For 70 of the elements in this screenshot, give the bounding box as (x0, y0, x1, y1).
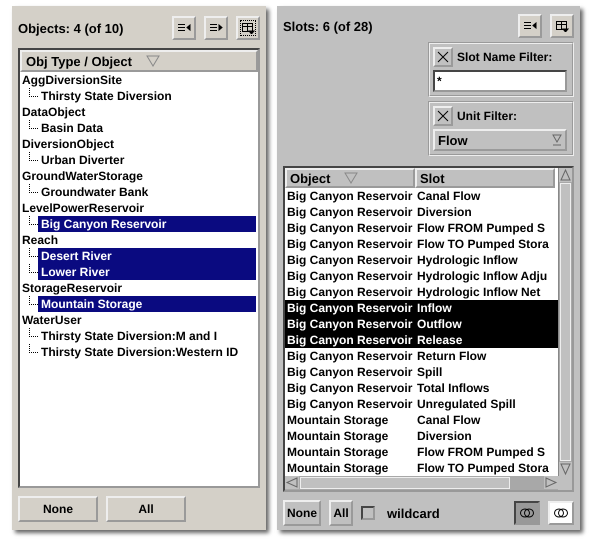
scrollbar-thumb[interactable] (560, 183, 571, 461)
tree-item[interactable]: Thirsty State Diversion:Western ID (38, 344, 256, 360)
scroll-up-icon[interactable] (559, 168, 572, 182)
horizontal-scrollbar[interactable] (285, 476, 558, 490)
select-all-button[interactable]: All (106, 496, 186, 522)
input-field[interactable]: * (433, 70, 567, 92)
tree-item[interactable]: Desert River (38, 248, 256, 264)
tree-connector-icon (29, 296, 38, 305)
overlapping-rings-icon (519, 508, 535, 518)
table-row[interactable]: Big Canyon Reservoir Outflow (285, 316, 558, 332)
tree-group[interactable]: GroundWaterStorage (20, 169, 143, 183)
tree-group[interactable]: StorageReservoir (20, 281, 122, 295)
cross-icon (437, 51, 449, 63)
toolbar-button[interactable] (550, 14, 574, 38)
tree-connector-icon (29, 120, 38, 129)
tree-group[interactable]: DiversionObject (20, 137, 114, 151)
tree-item[interactable]: Thirsty State Diversion:M and I (38, 328, 256, 344)
table-menu-icon (555, 20, 569, 32)
tree-item[interactable]: Thirsty State Diversion (38, 88, 256, 104)
column-header[interactable]: Obj Type / Object (20, 50, 258, 72)
scroll-left-icon[interactable] (285, 476, 299, 489)
filter-label: Slot Name Filter: (457, 50, 552, 64)
tree-group[interactable]: DataObject (20, 105, 86, 119)
filter-label: Unit Filter: (457, 109, 517, 123)
lines-arrow-icon (177, 22, 191, 34)
column-header[interactable]: Slot (415, 168, 555, 188)
tree-item[interactable]: Lower River (38, 264, 256, 280)
sort-triangle-icon (146, 55, 160, 67)
checkbox-label: wildcard (387, 506, 440, 520)
tree-group[interactable]: AggDiversionSite (20, 73, 122, 87)
scroll-right-icon[interactable] (544, 476, 558, 489)
toolbar-button[interactable] (518, 14, 542, 38)
panel-title: Objects: 4 (of 10) (18, 20, 124, 36)
tree-connector-icon (29, 216, 38, 225)
tree-group[interactable]: WaterUser (20, 313, 82, 327)
toolbar-button[interactable] (236, 16, 260, 40)
lines-arrow-icon (523, 20, 537, 32)
table-row[interactable]: Big Canyon Reservoir Inflow (285, 300, 558, 316)
overlapping-rings-icon (553, 508, 569, 518)
tree-item[interactable]: Urban Diverter (38, 152, 256, 168)
cross-icon (437, 110, 449, 122)
tree-item[interactable]: Groundwater Bank (38, 184, 256, 200)
toolbar-button[interactable] (204, 16, 228, 40)
unit-dropdown[interactable]: Flow (433, 129, 567, 151)
tree-group[interactable]: LevelPowerReservoir (20, 201, 144, 215)
tree-connector-icon (29, 88, 38, 97)
filter-checkbox[interactable] (433, 106, 453, 126)
column-header[interactable]: Object (285, 168, 415, 188)
wildcard-checkbox[interactable] (361, 506, 375, 520)
sort-triangle-icon (344, 172, 358, 184)
tree-item[interactable]: Big Canyon Reservoir (38, 216, 256, 232)
vertical-scrollbar[interactable] (558, 168, 572, 476)
panel-title: Slots: 6 (of 28) (283, 18, 373, 34)
tree-item[interactable]: Mountain Storage (38, 296, 256, 312)
lines-arrow-icon (209, 22, 223, 34)
dropdown-arrow-icon (552, 134, 562, 146)
tree-connector-icon (29, 152, 38, 161)
select-all-button[interactable]: All (329, 500, 353, 526)
select-none-button[interactable]: None (18, 496, 98, 522)
select-none-button[interactable]: None (283, 500, 321, 526)
tree-group[interactable]: Reach (20, 233, 58, 247)
table-menu-icon (241, 22, 255, 34)
filter-checkbox[interactable] (433, 47, 453, 67)
tree-item[interactable]: Basin Data (38, 120, 256, 136)
scrollbar-thumb[interactable] (300, 477, 510, 489)
scroll-down-icon[interactable] (559, 462, 572, 476)
table-row[interactable]: Big Canyon Reservoir Release (285, 332, 558, 348)
toolbar-button[interactable] (172, 16, 196, 40)
tree-connector-icon (29, 184, 38, 193)
toggle-button[interactable] (514, 501, 540, 525)
